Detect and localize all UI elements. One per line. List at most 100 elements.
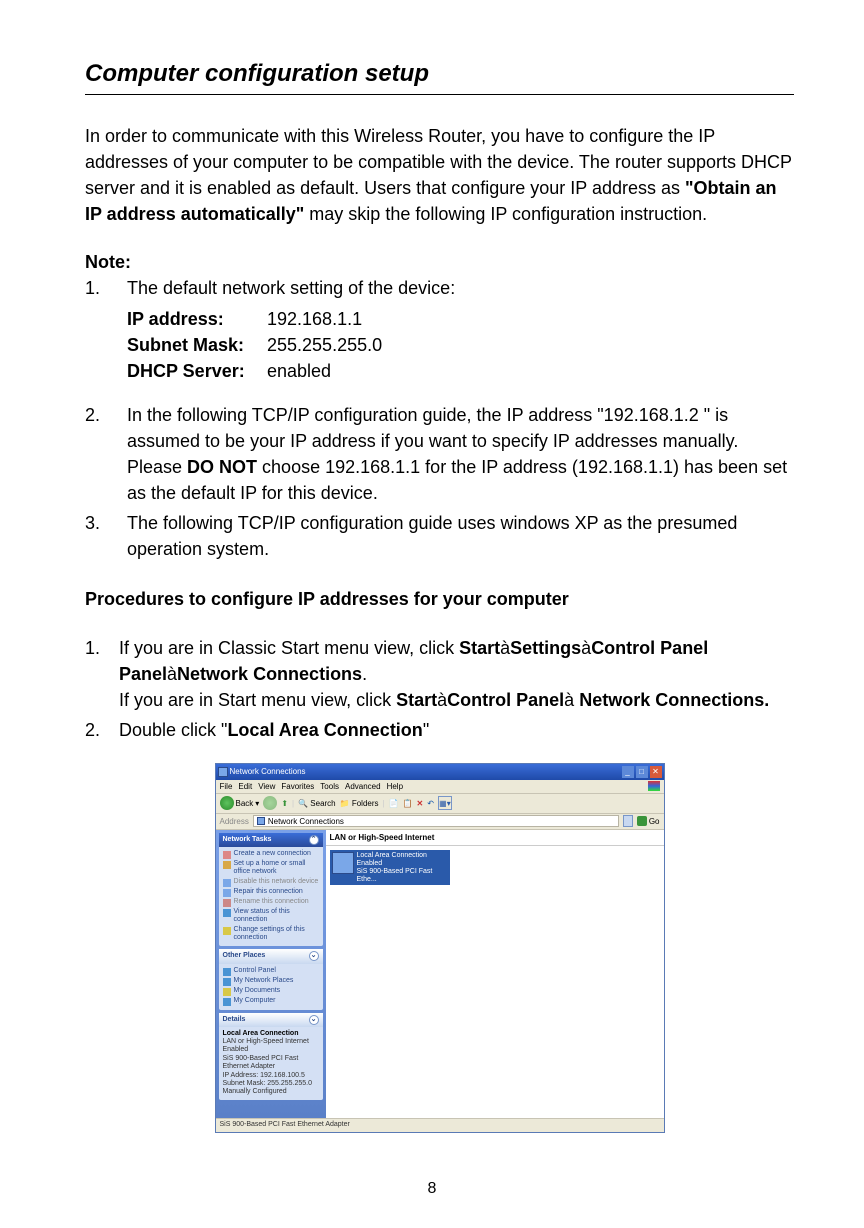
note-list: 1. The default network setting of the de… [85, 275, 794, 562]
place-icon [223, 978, 231, 986]
task-item[interactable]: Repair this connection [223, 888, 319, 897]
collapse-icon[interactable]: ⌃ [309, 835, 319, 845]
proc1-settings: Settings [510, 638, 581, 658]
status-bar: SiS 900-Based PCI Fast Ethernet Adapter [216, 1118, 664, 1132]
undo-icon[interactable]: ↶ [427, 798, 434, 810]
network-adapter-icon [332, 852, 354, 874]
address-field[interactable]: Network Connections [253, 815, 619, 827]
intro-text-2: may skip the following IP configuration … [304, 204, 707, 224]
screenshot-network-connections: Network Connections _ □ ✕ File Edit View… [215, 763, 665, 1133]
folders-label: Folders [352, 799, 379, 808]
local-area-connection-item[interactable]: Local Area Connection Enabled SiS 900-Ba… [330, 850, 450, 885]
proc2-t1: Double click " [119, 720, 227, 740]
panel-title: Details [223, 1015, 246, 1025]
proc1-start: Start [459, 638, 500, 658]
go-button[interactable]: Go [637, 816, 660, 828]
back-icon [220, 796, 234, 810]
menubar: File Edit View Favorites Tools Advanced … [216, 780, 664, 794]
proc2-bold: Local Area Connection [227, 720, 422, 740]
list-number: 3. [85, 510, 127, 562]
proc2-t2: " [423, 720, 429, 740]
place-item[interactable]: My Network Places [223, 977, 319, 986]
kv-key: Subnet Mask: [127, 332, 267, 358]
section-heading: LAN or High-Speed Internet [326, 830, 664, 847]
delete-icon[interactable]: ✕ [417, 798, 424, 810]
toolbar: Back ▾ ⬆ | 🔍 Search 📁 Folders | 📄 📋 ✕ ↶ … [216, 794, 664, 814]
other-places-panel: Other Places ⌄ Control PanelMy Network Pl… [219, 949, 323, 1009]
details-heading: Local Area Connection [223, 1030, 319, 1038]
place-label: My Network Places [234, 977, 294, 985]
address-bar: Address Network Connections Go [216, 814, 664, 830]
page-number: 8 [0, 1180, 864, 1198]
task-item[interactable]: Change settings of this connection [223, 926, 319, 943]
list-number: 1. [85, 275, 127, 301]
main-area: LAN or High-Speed Internet Local Area Co… [326, 830, 664, 1118]
place-item[interactable]: My Computer [223, 997, 319, 1006]
task-label: Repair this connection [234, 888, 303, 896]
place-icon [223, 988, 231, 996]
note-1-kv: IP address:192.168.1.1 Subnet Mask:255.2… [127, 306, 794, 384]
intro-paragraph: In order to communicate with this Wirele… [85, 123, 794, 227]
place-item[interactable]: Control Panel [223, 967, 319, 976]
kv-key: IP address: [127, 306, 267, 332]
address-dropdown-icon[interactable] [623, 815, 633, 827]
back-button[interactable]: Back ▾ [220, 796, 260, 810]
menu-help[interactable]: Help [387, 781, 403, 793]
menu-edit[interactable]: Edit [238, 781, 252, 793]
task-item[interactable]: Disable this network device [223, 878, 319, 887]
procedure-1: 1. If you are in Classic Start menu view… [85, 635, 794, 713]
menu-favorites[interactable]: Favorites [281, 781, 314, 793]
task-item[interactable]: Create a new connection [223, 850, 319, 859]
task-icon [223, 927, 231, 935]
folders-button[interactable]: 📁 Folders [340, 798, 379, 810]
task-label: Change settings of this connection [234, 926, 319, 943]
go-label: Go [649, 816, 660, 828]
task-icon [223, 899, 231, 907]
menu-file[interactable]: File [220, 781, 233, 793]
task-icon [223, 879, 231, 887]
search-button[interactable]: 🔍 Search [298, 798, 336, 810]
collapse-icon[interactable]: ⌄ [309, 1015, 319, 1025]
place-item[interactable]: My Documents [223, 987, 319, 996]
address-value: Network Connections [268, 816, 344, 828]
note-item-1: 1. The default network setting of the de… [85, 275, 794, 301]
task-icon [223, 889, 231, 897]
address-label: Address [220, 816, 249, 828]
close-icon[interactable]: ✕ [650, 766, 662, 778]
up-icon[interactable]: ⬆ [281, 798, 288, 810]
arrow-icon: à [564, 690, 574, 710]
app-icon [218, 767, 228, 777]
list-number: 2. [85, 717, 119, 743]
windows-flag-icon [648, 781, 660, 791]
panel-title: Network Tasks [223, 835, 272, 845]
details-line: SiS 900-Based PCI Fast Ethernet Adapter [223, 1055, 319, 1072]
arrow-icon: à [581, 638, 591, 658]
search-label: Search [310, 799, 335, 808]
note-item-3: 3. The following TCP/IP configuration gu… [85, 510, 794, 562]
task-item[interactable]: View status of this connection [223, 908, 319, 925]
move-icon[interactable]: 📄 [389, 798, 399, 810]
place-icon [223, 968, 231, 976]
views-icon[interactable]: ▦▾ [438, 796, 452, 810]
proc1-nc: Network Connections [177, 664, 362, 684]
proc1-nc2: Network Connections. [574, 690, 769, 710]
menu-tools[interactable]: Tools [320, 781, 339, 793]
task-item[interactable]: Set up a home or small office network [223, 860, 319, 877]
copy-icon[interactable]: 📋 [403, 798, 413, 810]
maximize-icon[interactable]: □ [636, 766, 648, 778]
place-label: My Computer [234, 997, 276, 1005]
collapse-icon[interactable]: ⌄ [309, 951, 319, 961]
period: . [362, 664, 367, 684]
menu-view[interactable]: View [258, 781, 275, 793]
note-item-2: 2. In the following TCP/IP configuration… [85, 402, 794, 506]
kv-key: DHCP Server: [127, 358, 267, 384]
task-label: View status of this connection [234, 908, 319, 925]
go-icon [637, 816, 647, 826]
minimize-icon[interactable]: _ [622, 766, 634, 778]
forward-icon[interactable] [263, 796, 277, 810]
details-line: LAN or High-Speed Internet [223, 1038, 319, 1046]
task-item[interactable]: Rename this connection [223, 898, 319, 907]
panel-title: Other Places [223, 951, 266, 961]
arrow-icon: à [437, 690, 447, 710]
menu-advanced[interactable]: Advanced [345, 781, 381, 793]
